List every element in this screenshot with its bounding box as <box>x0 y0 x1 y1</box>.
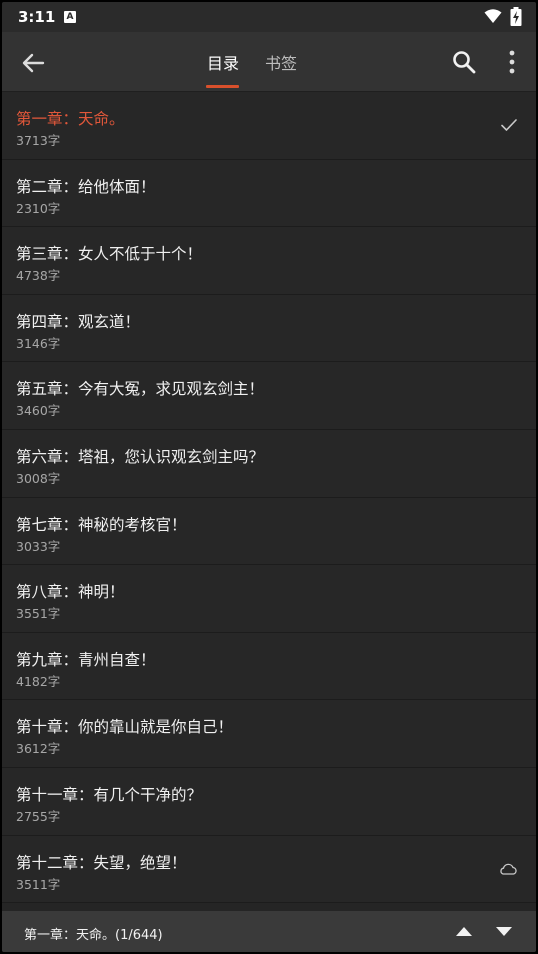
chapter-item[interactable]: 第一章：天命。 3713字 <box>2 92 536 160</box>
chapter-title: 第九章：青州自查！ <box>16 650 156 669</box>
chapter-word-count: 3146字 <box>16 335 61 351</box>
chapter-title: 第六章：塔祖，您认识观玄剑主吗？ <box>16 447 265 466</box>
chapter-title: 第八章：神明！ <box>16 583 125 602</box>
chapter-item[interactable]: 第十一章：有几个干净的？ 2755字 <box>2 767 536 836</box>
chapter-title: 第十二章：失望，绝望！ <box>16 853 187 872</box>
back-arrow-icon[interactable] <box>18 48 48 78</box>
cloud-icon <box>500 863 517 875</box>
chapter-item[interactable]: 第八章：神明！ 3551字 <box>2 565 536 633</box>
tab-indicator <box>206 85 239 88</box>
status-bar: 3:11 A <box>2 2 536 32</box>
wifi-icon <box>484 9 502 23</box>
chapter-word-count: 2755字 <box>16 808 61 824</box>
chapter-title: 第七章：神秘的考核官！ <box>16 515 187 534</box>
chapter-item[interactable]: 第十章：你的靠山就是你自己！ 3612字 <box>2 700 536 768</box>
chapter-title: 第一章：天命。 <box>16 110 125 128</box>
app-bar: 目录 书签 <box>2 32 536 92</box>
chapter-list: 第一章：天命。 3713字 第二章：给他体面！ 2310字 第三章：女人不低于十… <box>2 92 536 904</box>
bottom-bar: 第一章：天命。(1/644) <box>2 911 536 952</box>
chapter-item[interactable]: 第七章：神秘的考核官！ 3033字 <box>2 497 536 566</box>
chapter-item[interactable]: 第三章：女人不低于十个！ 4738字 <box>2 227 536 295</box>
current-position: 第一章：天命。(1/644) <box>24 924 163 943</box>
chapter-word-count: 3033字 <box>16 538 61 554</box>
chapter-title: 第二章：给他体面！ <box>16 177 156 196</box>
chapter-item[interactable]: 第九章：青州自查！ 4182字 <box>2 632 536 701</box>
chapter-title: 第十章：你的靠山就是你自己！ <box>16 718 234 737</box>
chapter-title: 第十一章：有几个干净的？ <box>16 785 203 804</box>
chapter-word-count: 3551字 <box>16 606 61 622</box>
chapter-word-count: 4182字 <box>16 673 61 689</box>
chapter-title: 第五章：今有大冤，求见观玄剑主！ <box>16 380 265 399</box>
chapter-item[interactable]: 第六章：塔祖，您认识观玄剑主吗？ 3008字 <box>2 429 536 498</box>
chapter-word-count: 2310字 <box>16 200 61 216</box>
phone-screen: 3:11 A 目录 书签 第一章：天命。 3713字 第二章：给他体面！ 231… <box>2 2 536 952</box>
chapter-word-count: 3460字 <box>16 403 61 419</box>
battery-charging-icon <box>510 7 522 26</box>
tab-bookmarks[interactable]: 书签 <box>265 50 297 74</box>
more-vert-icon[interactable] <box>500 48 524 76</box>
chapter-item[interactable]: 第十二章：失望，绝望！ 3511字 <box>2 835 536 904</box>
tab-toc[interactable]: 目录 <box>207 50 239 74</box>
chapter-word-count: 4738字 <box>16 268 61 284</box>
chapter-word-count: 3713字 <box>16 133 61 148</box>
chapter-word-count: 3511字 <box>16 876 61 892</box>
scroll-up-icon[interactable] <box>454 924 474 938</box>
chapter-item[interactable]: 第二章：给他体面！ 2310字 <box>2 159 536 228</box>
chapter-word-count: 3612字 <box>16 741 61 757</box>
search-icon[interactable] <box>450 48 478 76</box>
chapter-item[interactable]: 第五章：今有大冤，求见观玄剑主！ 3460字 <box>2 362 536 430</box>
check-icon <box>501 119 517 131</box>
status-time: 3:11 <box>18 8 56 26</box>
notification-icon: A <box>64 11 76 23</box>
chapter-title: 第三章：女人不低于十个！ <box>16 245 203 264</box>
current-chapter-label: 第一章：天命。 <box>24 928 116 943</box>
scroll-down-icon[interactable] <box>494 924 514 938</box>
chapter-item[interactable]: 第四章：观玄道！ 3146字 <box>2 294 536 363</box>
chapter-title: 第四章：观玄道！ <box>16 312 141 331</box>
chapter-word-count: 3008字 <box>16 470 61 486</box>
position-counter: (1/644) <box>115 928 163 943</box>
